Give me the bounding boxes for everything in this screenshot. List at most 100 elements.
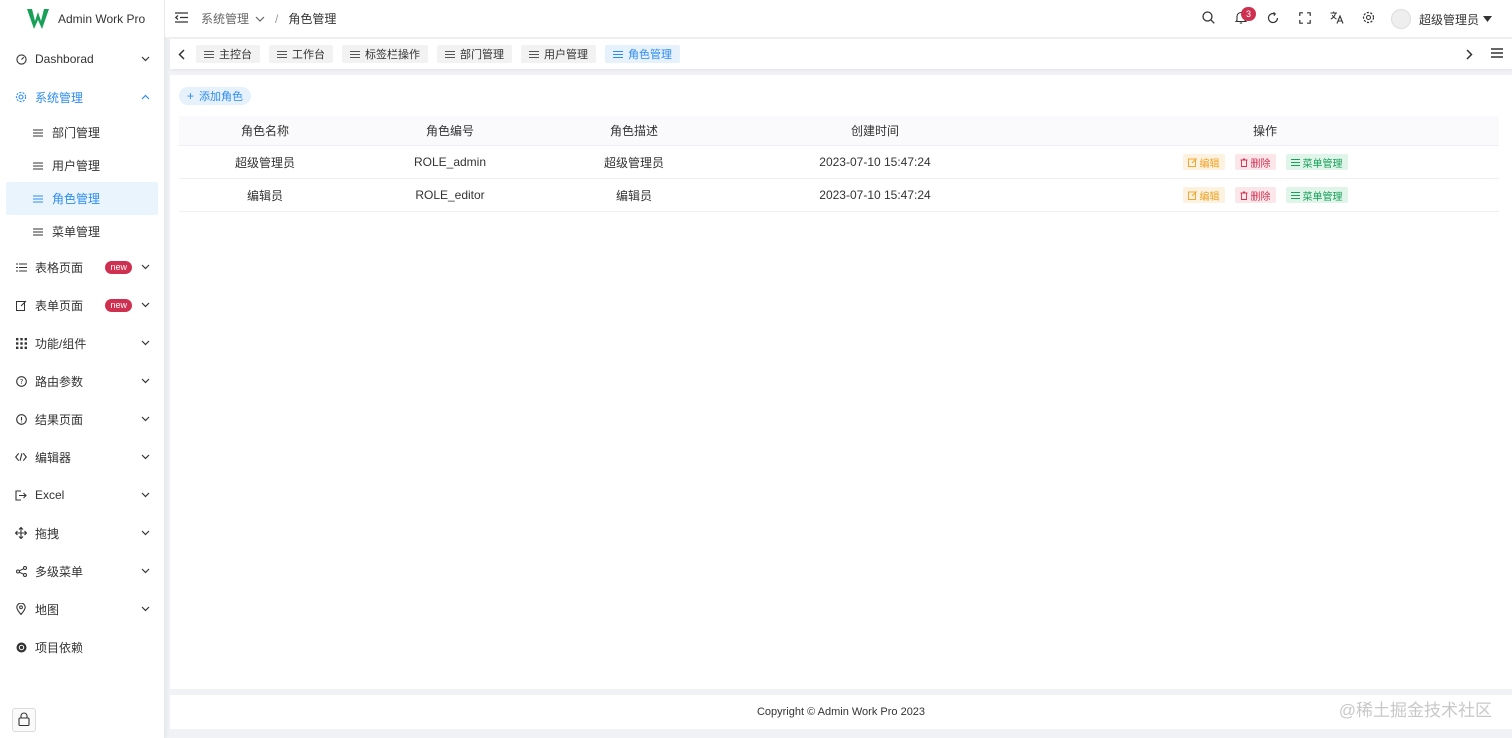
tab-workbench[interactable]: 工作台 (269, 45, 333, 63)
fullscreen-icon (1299, 11, 1311, 27)
chevron-down-icon (140, 300, 150, 310)
translate-icon (1330, 11, 1344, 27)
menu-lines-icon (529, 50, 539, 58)
package-icon (15, 641, 27, 653)
tabs-menu-button[interactable] (1488, 39, 1506, 69)
refresh-icon (1267, 11, 1279, 27)
sidebar-item-form-pages[interactable]: 表单页面 new (0, 286, 164, 324)
lock-screen-button[interactable] (12, 708, 36, 732)
chevron-down-icon (140, 376, 150, 386)
help-circle-icon: ? (15, 375, 27, 387)
chevron-down-icon (140, 604, 150, 614)
sidebar-item-route-params[interactable]: ? 路由参数 (0, 362, 164, 400)
roles-table: 角色名称 角色编号 角色描述 创建时间 操作 超级管理员 ROLE_admin … (179, 116, 1499, 212)
menu-lines-icon (613, 50, 623, 58)
table-row: 超级管理员 ROLE_admin 超级管理员 2023-07-10 15:47:… (179, 146, 1499, 179)
menu-manage-button[interactable]: 菜单管理 (1285, 154, 1348, 170)
sidebar-item-dashboard[interactable]: Dashborad (0, 40, 164, 78)
role-desc-cell: 编辑员 (615, 188, 652, 203)
sidebar-item-components[interactable]: 功能/组件 (0, 324, 164, 362)
main-content: + 添加角色 角色名称 角色编号 角色描述 创建时间 操作 超级管理员 ROLE… (170, 75, 1512, 689)
refresh-button[interactable] (1257, 0, 1289, 38)
svg-text:?: ? (19, 378, 23, 386)
menu-lines-icon (1290, 191, 1300, 199)
tabs-scroll-left-button[interactable] (172, 39, 190, 69)
sidebar-item-multilevel[interactable]: 多级菜单 (0, 552, 164, 590)
chevron-up-icon (140, 92, 150, 102)
delete-button[interactable]: 删除 (1234, 154, 1276, 170)
chevron-down-icon (140, 262, 150, 272)
user-menu[interactable]: 超级管理员 (1390, 9, 1492, 29)
role-code-cell: ROLE_editor (415, 188, 485, 202)
tab-roles[interactable]: 角色管理 (605, 45, 680, 63)
add-role-button[interactable]: + 添加角色 (179, 87, 252, 105)
tab-home[interactable]: 主控台 (196, 45, 260, 63)
collapse-sidebar-icon[interactable] (175, 11, 189, 26)
chevron-down-icon (140, 414, 150, 424)
sidebar-item-excel[interactable]: Excel (0, 476, 164, 514)
grid-icon (15, 337, 27, 349)
edit-button[interactable]: 编辑 (1182, 154, 1225, 170)
breadcrumb-parent[interactable]: 系统管理 (201, 10, 249, 27)
role-desc-cell: 超级管理员 (603, 155, 664, 170)
move-icon (15, 527, 27, 539)
column-header: 角色描述 (609, 124, 658, 138)
export-icon (15, 489, 27, 501)
dashboard-icon (15, 53, 27, 65)
search-button[interactable] (1193, 0, 1225, 38)
sidebar-item-dependencies[interactable]: 项目依赖 (0, 628, 164, 666)
sidebar-menu: Dashborad 系统管理 部门管理 用户管理 角色管理 菜单管理 表格页面 (0, 40, 164, 666)
tab-users[interactable]: 用户管理 (521, 45, 596, 63)
notification-button[interactable]: 3 (1225, 0, 1257, 38)
table-row: 编辑员 ROLE_editor 编辑员 2023-07-10 15:47:24 … (179, 179, 1499, 212)
chevron-down-icon (140, 338, 150, 348)
chevron-down-icon[interactable] (255, 16, 265, 22)
sidebar-item-drag[interactable]: 拖拽 (0, 514, 164, 552)
new-badge: new (105, 260, 132, 274)
tab-dept[interactable]: 部门管理 (437, 45, 512, 63)
sidebar-item-system[interactable]: 系统管理 (0, 78, 164, 116)
breadcrumb-separator: / (275, 11, 279, 26)
sidebar-item-result-pages[interactable]: 结果页面 (0, 400, 164, 438)
code-icon (15, 451, 27, 463)
sidebar-item-editor[interactable]: 编辑器 (0, 438, 164, 476)
menu-manage-button[interactable]: 菜单管理 (1285, 187, 1348, 203)
sidebar-item-map[interactable]: 地图 (0, 590, 164, 628)
menu-lines-icon (33, 162, 43, 170)
menu-lines-icon (445, 50, 455, 58)
role-name-cell: 超级管理员 (234, 155, 295, 170)
new-badge: new (105, 298, 132, 312)
sidebar-item-roles[interactable]: 角色管理 (6, 182, 158, 215)
menu-lines-icon (33, 129, 43, 137)
actions-cell: 编辑 删除 菜单管理 (1031, 154, 1499, 170)
watermark: @稀土掘金技术社区 (1338, 701, 1492, 720)
edit-button[interactable]: 编辑 (1182, 187, 1225, 203)
app-name: Admin Work Pro (58, 12, 146, 26)
breadcrumb: 系统管理 / 角色管理 (201, 10, 336, 27)
tabs-scroll-right-button[interactable] (1460, 39, 1478, 69)
gear-icon (1362, 11, 1375, 27)
column-header: 操作 (1252, 124, 1277, 138)
delete-button[interactable]: 删除 (1234, 187, 1276, 203)
fullscreen-button[interactable] (1289, 0, 1321, 38)
sidebar-item-table-pages[interactable]: 表格页面 new (0, 248, 164, 286)
sidebar-item-menus[interactable]: 菜单管理 (6, 215, 158, 248)
sidebar-item-dept[interactable]: 部门管理 (6, 116, 158, 149)
logo[interactable]: Admin Work Pro (0, 0, 164, 38)
caret-down-icon (1483, 16, 1492, 22)
tab-bar-actions (1460, 39, 1512, 69)
info-circle-icon (15, 413, 27, 425)
language-button[interactable] (1321, 0, 1353, 38)
plus-icon: + (187, 89, 195, 103)
column-header: 角色名称 (240, 124, 289, 138)
edit-icon (1187, 157, 1197, 167)
created-time-cell: 2023-07-10 15:47:24 (819, 155, 931, 169)
settings-button[interactable] (1353, 0, 1385, 38)
tab-tab-operations[interactable]: 标签栏操作 (342, 45, 428, 63)
edit-icon (1187, 190, 1197, 200)
column-header: 角色编号 (425, 124, 474, 138)
location-icon (15, 603, 27, 615)
menu-lines-icon (33, 195, 43, 203)
sidebar-item-users[interactable]: 用户管理 (6, 149, 158, 182)
chevron-down-icon (140, 528, 150, 538)
